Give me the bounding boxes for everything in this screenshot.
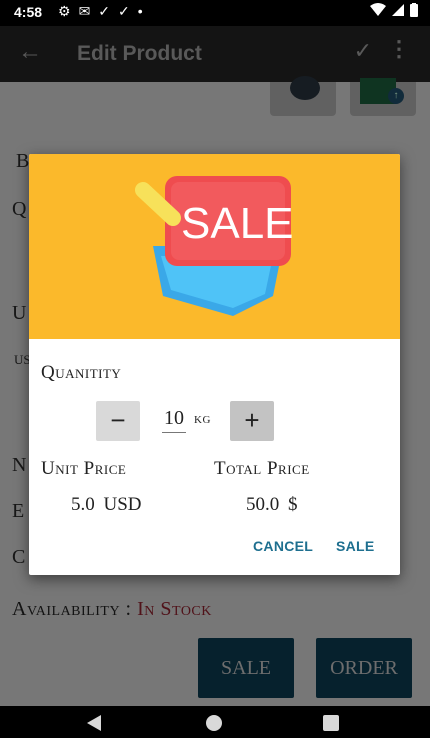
sale-dialog: SALE Quanitity − 10 kg + Unit Price Tota… xyxy=(29,154,400,575)
decrease-quantity-button[interactable]: − xyxy=(96,401,140,441)
nav-back-icon[interactable] xyxy=(87,715,101,731)
signal-icon xyxy=(392,4,404,16)
status-time: 4:58 xyxy=(14,4,43,20)
download-done-icon: ✓ xyxy=(98,3,111,19)
battery-icon xyxy=(410,3,418,17)
quantity-label: Quanitity xyxy=(41,362,122,383)
nav-recents-icon[interactable] xyxy=(323,715,339,731)
unit-price-value: 5.0 USD xyxy=(71,494,142,515)
cancel-button[interactable]: CANCEL xyxy=(253,538,313,554)
more-notifications-dot: • xyxy=(137,3,143,19)
sale-tag-icon: SALE xyxy=(135,176,294,316)
dialog-header: SALE xyxy=(29,154,400,339)
download-done-icon-2: ✓ xyxy=(118,3,130,19)
navigation-bar xyxy=(0,706,430,738)
wifi-icon xyxy=(370,3,386,16)
status-bar: 4:58 ⚙ ✉ ✓ ✓ • xyxy=(0,0,430,26)
total-price-value: 50.0 $ xyxy=(246,494,298,515)
increase-quantity-button[interactable]: + xyxy=(230,401,274,441)
settings-icon: ⚙ xyxy=(58,3,71,19)
confirm-sale-button[interactable]: SALE xyxy=(336,538,375,554)
unit-price-label: Unit Price xyxy=(41,458,127,479)
quantity-unit: kg xyxy=(194,410,211,427)
sale-tag-text: SALE xyxy=(181,199,294,248)
system-icons xyxy=(370,3,418,17)
mail-icon: ✉ xyxy=(78,3,91,19)
quantity-input[interactable]: 10 xyxy=(162,407,186,433)
notification-icons: ⚙ ✉ ✓ ✓ • xyxy=(58,3,143,20)
nav-home-icon[interactable] xyxy=(206,715,222,731)
total-price-label: Total Price xyxy=(214,458,310,479)
